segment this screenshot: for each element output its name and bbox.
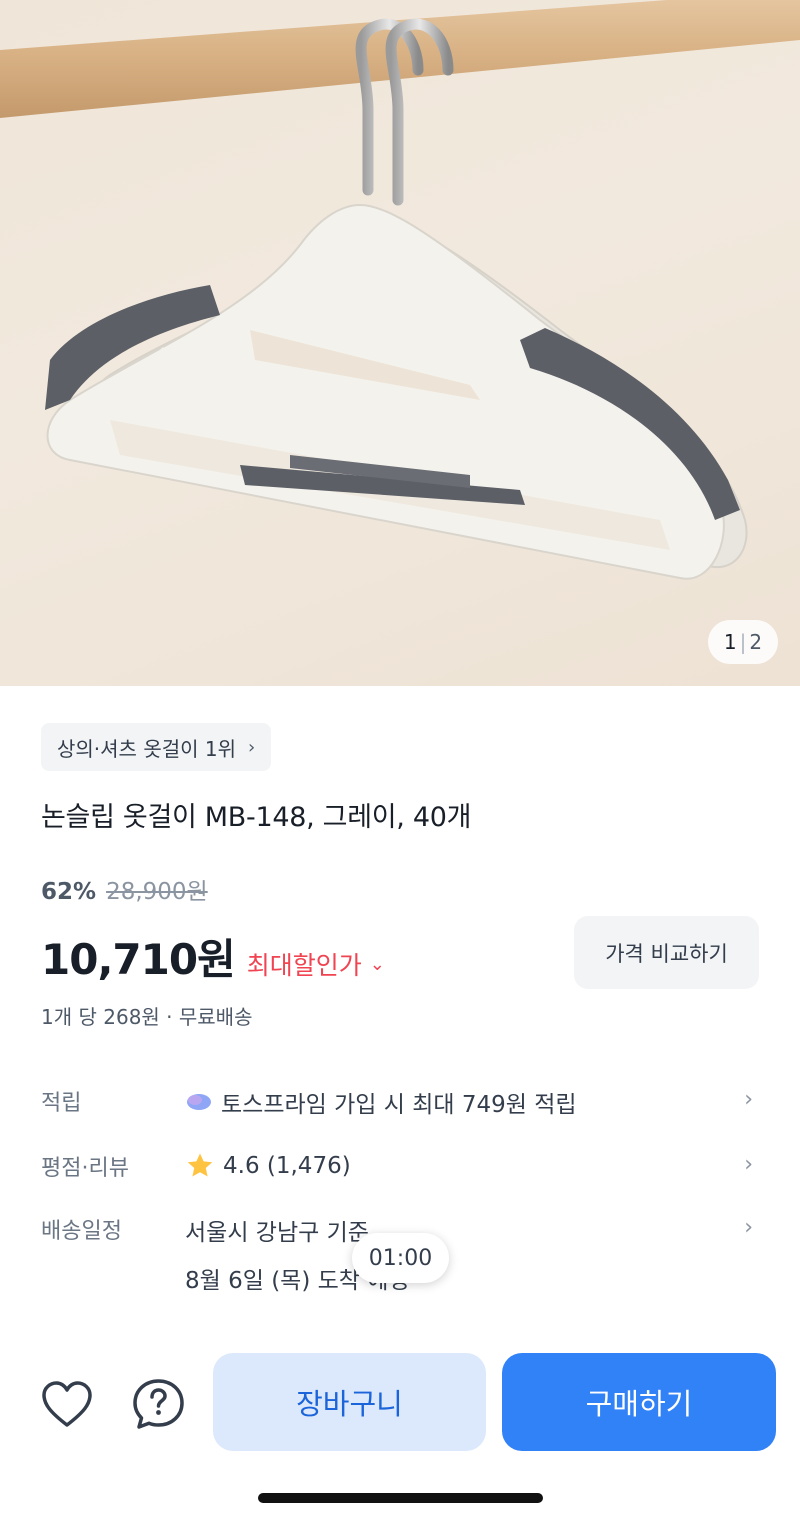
- question-icon[interactable]: [131, 1377, 186, 1432]
- unit-price-shipping: 1개 당 268원 · 무료배송: [41, 1005, 253, 1029]
- chevron-right-icon: ›: [248, 736, 256, 758]
- points-label: 적립: [41, 1091, 82, 1116]
- add-to-cart-button[interactable]: 장바구니: [213, 1353, 486, 1451]
- category-rank-label: 상의·셔츠 옷걸이 1위: [57, 736, 236, 761]
- max-discount-toggle[interactable]: 최대할인가 ⌄: [247, 946, 385, 982]
- original-price: 28,900원: [106, 879, 208, 905]
- product-title: 논슬립 옷걸이 MB-148, 그레이, 40개: [41, 802, 472, 833]
- chevron-down-icon: ⌄: [369, 953, 385, 975]
- image-counter-current: 1: [723, 630, 737, 654]
- points-value: 토스프라임 가입 시 최대 749원 적립: [221, 1092, 577, 1118]
- discount-row: 62% 28,900원: [41, 872, 208, 906]
- rating-value-wrap: 4.6 (1,476): [185, 1150, 351, 1182]
- hanger-illustration: [0, 0, 800, 580]
- star-icon: [187, 1153, 213, 1177]
- rating-row[interactable]: 평점·리뷰 4.6 (1,476) ›: [41, 1150, 761, 1182]
- category-rank-badge[interactable]: 상의·셔츠 옷걸이 1위 ›: [41, 723, 272, 771]
- image-counter: 1 | 2: [708, 620, 778, 664]
- rating-label: 평점·리뷰: [41, 1156, 129, 1181]
- home-indicator[interactable]: [258, 1493, 543, 1503]
- points-row[interactable]: 적립 토스프라임 가입 시 최대 749원 적립 ›: [41, 1085, 761, 1119]
- product-image[interactable]: 1 | 2: [0, 0, 800, 686]
- chevron-right-icon: ›: [744, 1087, 753, 1112]
- shipping-label: 배송일정: [41, 1219, 122, 1244]
- rating-value: 4.6 (1,476): [223, 1153, 351, 1179]
- timer-badge: 01:00: [352, 1233, 449, 1283]
- price-compare-button[interactable]: 가격 비교하기: [574, 916, 759, 989]
- max-discount-label: 최대할인가: [246, 951, 362, 980]
- price-row: 10,710원 최대할인가 ⌄: [41, 926, 385, 987]
- heart-icon[interactable]: [40, 1378, 94, 1432]
- chevron-right-icon: ›: [744, 1152, 753, 1177]
- points-value-wrap: 토스프라임 가입 시 최대 749원 적립: [185, 1085, 577, 1119]
- toss-prime-icon: [187, 1094, 211, 1110]
- chevron-right-icon: ›: [744, 1215, 753, 1240]
- sale-price: 10,710원: [41, 935, 236, 984]
- buy-now-button[interactable]: 구매하기: [502, 1353, 776, 1451]
- discount-rate: 62%: [41, 879, 97, 905]
- image-counter-separator: |: [739, 630, 747, 654]
- image-counter-total: 2: [749, 630, 763, 654]
